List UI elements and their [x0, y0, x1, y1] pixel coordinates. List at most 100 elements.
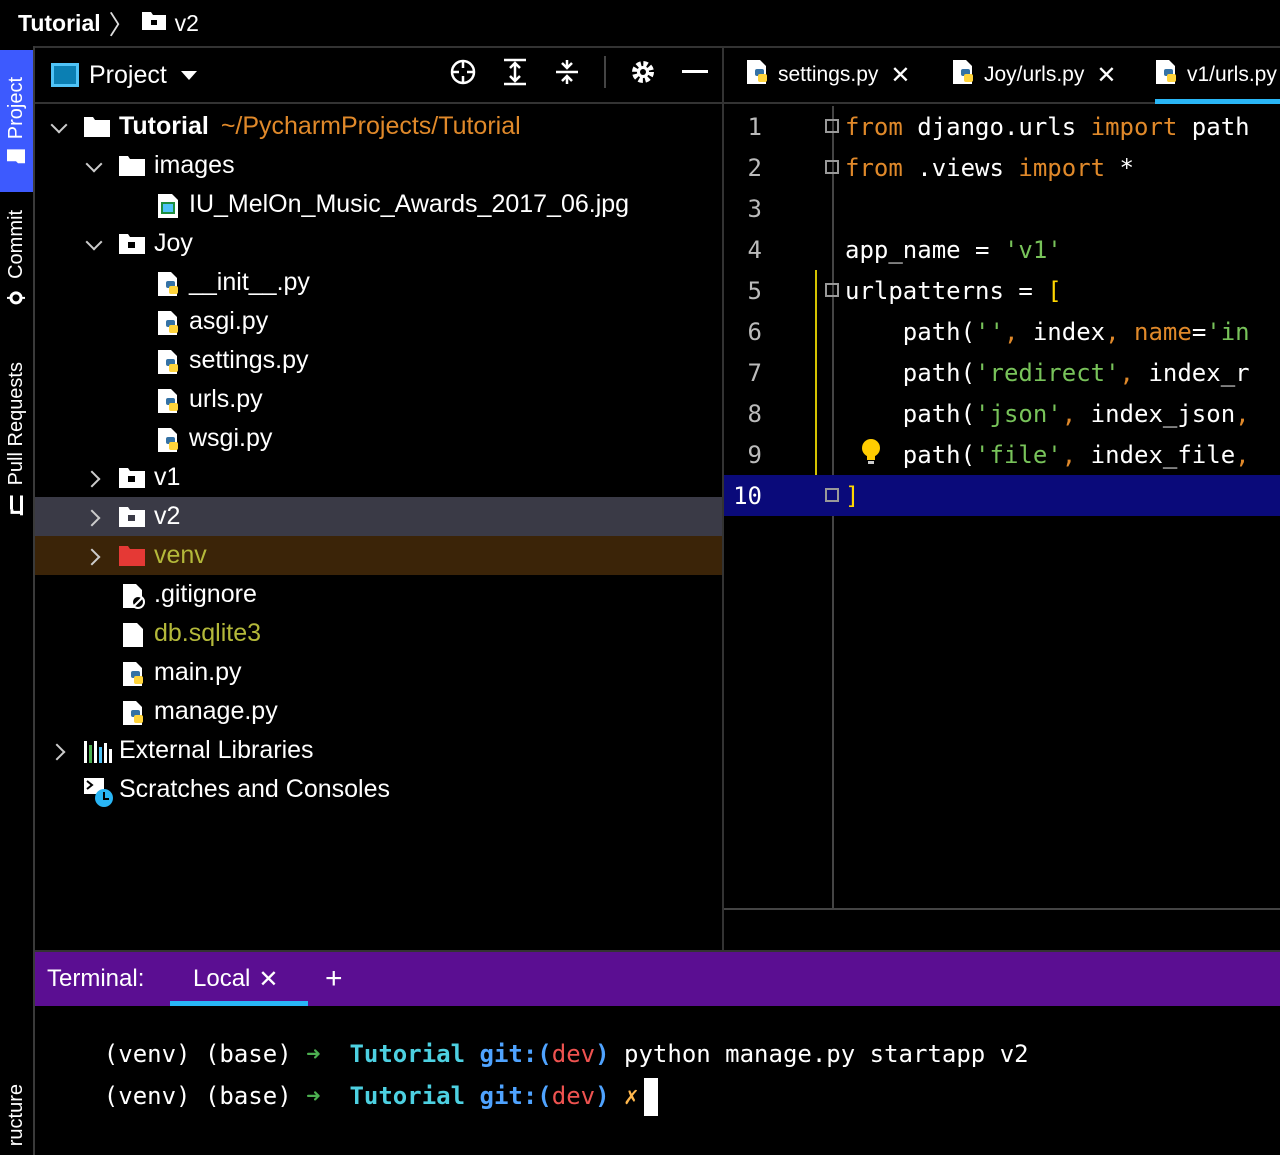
chevron-down-icon[interactable]: [180, 70, 197, 80]
folder-icon: [119, 154, 145, 178]
tree-item-label: images: [154, 151, 235, 179]
tool-tab-pull-requests[interactable]: Pull Requests: [0, 346, 33, 531]
tree-item-joy-urls[interactable]: urls.py: [35, 380, 722, 419]
tree-item-venv[interactable]: venv: [35, 536, 722, 575]
line-number: 3: [747, 194, 762, 223]
fold-icon[interactable]: [825, 283, 839, 297]
code-text: path('', index, name='in: [845, 317, 1250, 346]
prompt-env: (venv) (base): [103, 1082, 292, 1110]
tree-item-label: .gitignore: [154, 580, 257, 608]
tree-item-joy-asgi[interactable]: asgi.py: [35, 302, 722, 341]
editor-tab-joy-urls[interactable]: Joy/urls.py ✕: [952, 48, 1116, 102]
close-icon[interactable]: ✕: [890, 61, 910, 90]
line-number: 5: [747, 276, 762, 305]
folder-icon: [5, 149, 28, 165]
tree-item-tutorial[interactable]: Tutorial ~/PycharmProjects/Tutorial: [35, 107, 722, 146]
tree-item-joy-wsgi[interactable]: wsgi.py: [35, 419, 722, 458]
python-file-icon: [157, 427, 181, 452]
code-text: path('file', index_file,: [845, 440, 1250, 469]
tool-tab-commit-label: Commit: [5, 210, 27, 279]
toolbar-divider: [604, 56, 606, 88]
tree-item-external-libraries[interactable]: External Libraries: [35, 731, 722, 770]
tree-item-gitignore[interactable]: .gitignore: [35, 575, 722, 614]
project-toolbar: [448, 56, 710, 88]
collapse-all-icon[interactable]: [552, 57, 582, 87]
chevron-down-icon[interactable]: [51, 119, 67, 135]
tool-tab-commit[interactable]: Commit: [0, 196, 33, 321]
chevron-right-icon[interactable]: [86, 470, 102, 486]
tree-item-label: urls.py: [189, 385, 263, 413]
dirty-indicator: ✗: [624, 1082, 639, 1110]
tree-item-db[interactable]: db.sqlite3: [35, 614, 722, 653]
tree-item-v2[interactable]: v2: [35, 497, 722, 536]
code-line[interactable]: 2 from .views import *: [724, 147, 1280, 188]
project-view-title[interactable]: Project: [89, 61, 167, 90]
terminal-command: python manage.py startapp v2: [624, 1040, 1029, 1068]
left-tool-strip: Project Commit Pull Requests ructure: [0, 46, 35, 1155]
fold-icon[interactable]: [825, 160, 839, 174]
tree-item-scratches[interactable]: Scratches and Consoles: [35, 770, 722, 809]
tree-item-label: manage.py: [154, 697, 278, 725]
tool-tab-project-label: Project: [5, 76, 27, 140]
terminal-input-line[interactable]: (venv) (base) ➜ Tutorial git:(dev) ✗: [46, 1050, 659, 1144]
chevron-right-icon[interactable]: [86, 509, 102, 525]
tree-item-images[interactable]: images: [35, 146, 722, 185]
tree-item-main[interactable]: main.py: [35, 653, 722, 692]
tree-item-v1[interactable]: v1: [35, 458, 722, 497]
project-panel: Project Tutorial ~/PycharmProjects/Tutor…: [35, 46, 724, 950]
tree-item-joy-init[interactable]: __init__.py: [35, 263, 722, 302]
code-text: path('json', index_json,: [845, 399, 1250, 428]
close-icon[interactable]: ✕: [258, 965, 278, 994]
code-line[interactable]: 7 path('redirect', index_r: [724, 352, 1280, 393]
breadcrumb-root[interactable]: Tutorial: [18, 10, 101, 37]
line-number: 6: [747, 317, 762, 346]
code-text: from .views import *: [845, 153, 1134, 182]
tree-item-joy[interactable]: Joy: [35, 224, 722, 263]
fold-icon[interactable]: [825, 488, 839, 502]
tool-tab-project[interactable]: Project: [0, 50, 33, 192]
pull-request-icon: [5, 495, 28, 516]
editor-tab-label: settings.py: [778, 63, 879, 86]
terminal-tab-local[interactable]: Local ✕: [193, 965, 278, 994]
code-line[interactable]: 9 path('file', index_file,: [724, 434, 1280, 475]
code-text: urlpatterns = [: [845, 276, 1062, 305]
fold-icon[interactable]: [825, 119, 839, 133]
editor-tab-settings[interactable]: settings.py ✕: [746, 48, 911, 102]
tree-item-joy-settings[interactable]: settings.py: [35, 341, 722, 380]
scratches-icon: [84, 777, 113, 807]
code-line[interactable]: 1 from django.urls import path: [724, 106, 1280, 147]
code-text: path('redirect', index_r: [845, 358, 1250, 387]
locate-icon[interactable]: [448, 57, 478, 87]
chevron-right-icon[interactable]: [86, 548, 102, 564]
expand-all-icon[interactable]: [500, 57, 530, 87]
code-text: from django.urls import path: [845, 112, 1250, 141]
minimize-icon[interactable]: [680, 57, 710, 87]
code-line[interactable]: 4 app_name = 'v1': [724, 229, 1280, 270]
code-line-current[interactable]: 10 ]: [724, 475, 1280, 516]
code-line[interactable]: 3: [724, 188, 1280, 229]
code-line[interactable]: 5 urlpatterns = [: [724, 270, 1280, 311]
editor-tab-v1-urls[interactable]: v1/urls.py: [1155, 48, 1280, 104]
image-file-icon: [157, 193, 181, 218]
chevron-right-icon[interactable]: [51, 743, 67, 759]
breadcrumb-current[interactable]: v2: [175, 10, 199, 37]
package-folder-icon: [119, 505, 145, 529]
tree-item-label: IU_MelOn_Music_Awards_2017_06.jpg: [189, 190, 630, 218]
tool-tab-structure[interactable]: ructure: [0, 1076, 33, 1155]
line-number: 7: [747, 358, 762, 387]
python-file-icon: [1155, 59, 1179, 91]
tree-item-label: Scratches and Consoles: [119, 775, 390, 803]
chevron-down-icon[interactable]: [86, 158, 102, 174]
add-terminal-icon[interactable]: +: [325, 962, 343, 996]
gear-icon[interactable]: [628, 57, 658, 87]
tree-item-label: Joy: [154, 229, 193, 257]
close-icon[interactable]: ✕: [1096, 61, 1116, 90]
code-text: ]: [845, 481, 860, 510]
tree-item-manage[interactable]: manage.py: [35, 692, 722, 731]
python-file-icon: [157, 310, 181, 335]
code-line[interactable]: 6 path('', index, name='in: [724, 311, 1280, 352]
chevron-down-icon[interactable]: [86, 236, 102, 252]
code-line[interactable]: 8 path('json', index_json,: [724, 393, 1280, 434]
tree-item-image-file[interactable]: IU_MelOn_Music_Awards_2017_06.jpg: [35, 185, 722, 224]
project-panel-header: Project: [35, 48, 722, 104]
